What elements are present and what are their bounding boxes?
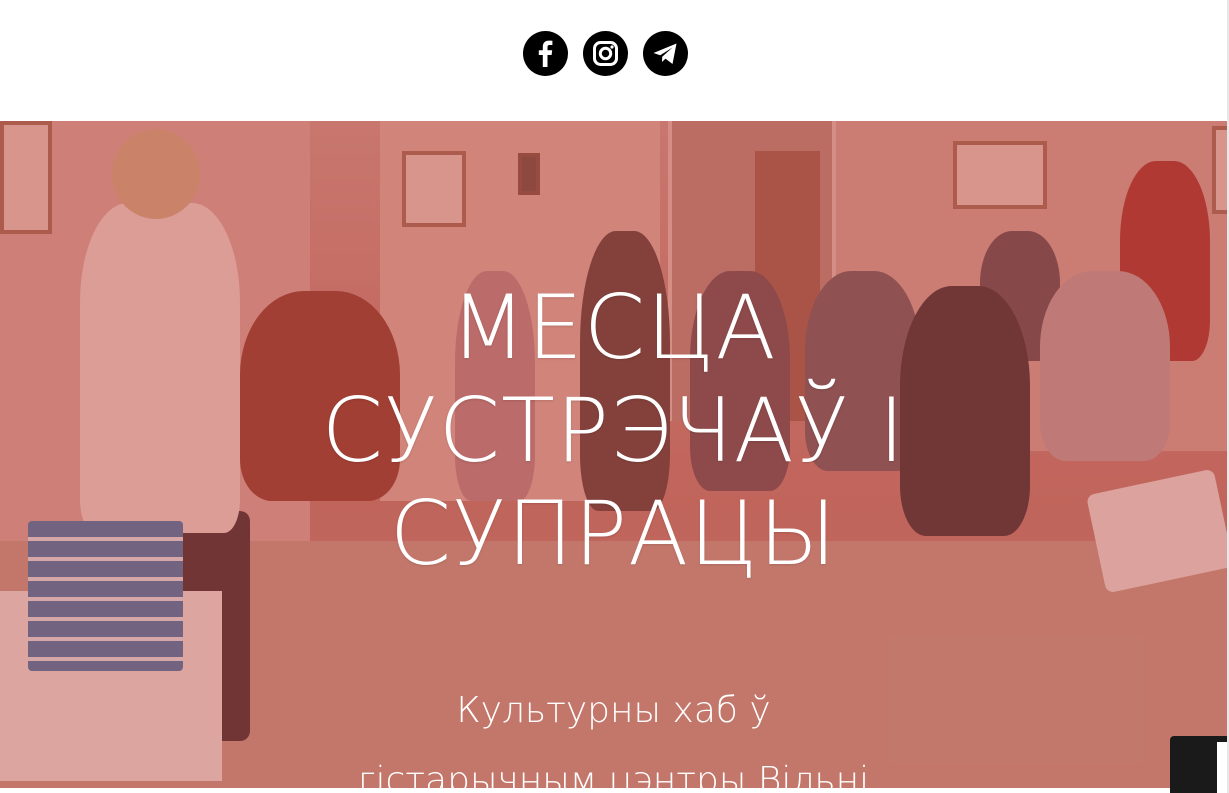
hero-subtitle: Культурны хаб ў гістарычным цэнтры Вільн…: [0, 676, 1227, 788]
telegram-link[interactable]: [643, 31, 688, 76]
social-links: [523, 31, 688, 76]
facebook-icon: [538, 40, 553, 67]
facebook-link[interactable]: [523, 31, 568, 76]
floating-widget-button[interactable]: [1170, 736, 1229, 793]
hero-banner: МЕСЦА СУСТРЭЧАЎ І СУПРАЦЫ Культурны хаб …: [0, 121, 1227, 788]
instagram-icon: [593, 41, 618, 66]
hero-title-line: СУПРАЦЫ: [389, 482, 838, 585]
hero-title-line: СУСТРЭЧАЎ І: [321, 379, 906, 482]
hero-title-line: МЕСЦА: [450, 276, 777, 379]
instagram-link[interactable]: [583, 31, 628, 76]
hero-subtitle-line: Культурны хаб ў: [456, 690, 771, 731]
hero-title: МЕСЦА СУСТРЭЧАЎ І СУПРАЦЫ: [0, 276, 1227, 585]
hero-subtitle-line: гістарычным цэнтры Вільні: [357, 760, 870, 788]
top-bar: [0, 0, 1229, 121]
page-bottom-edge: [0, 788, 1229, 793]
telegram-icon: [653, 43, 677, 64]
